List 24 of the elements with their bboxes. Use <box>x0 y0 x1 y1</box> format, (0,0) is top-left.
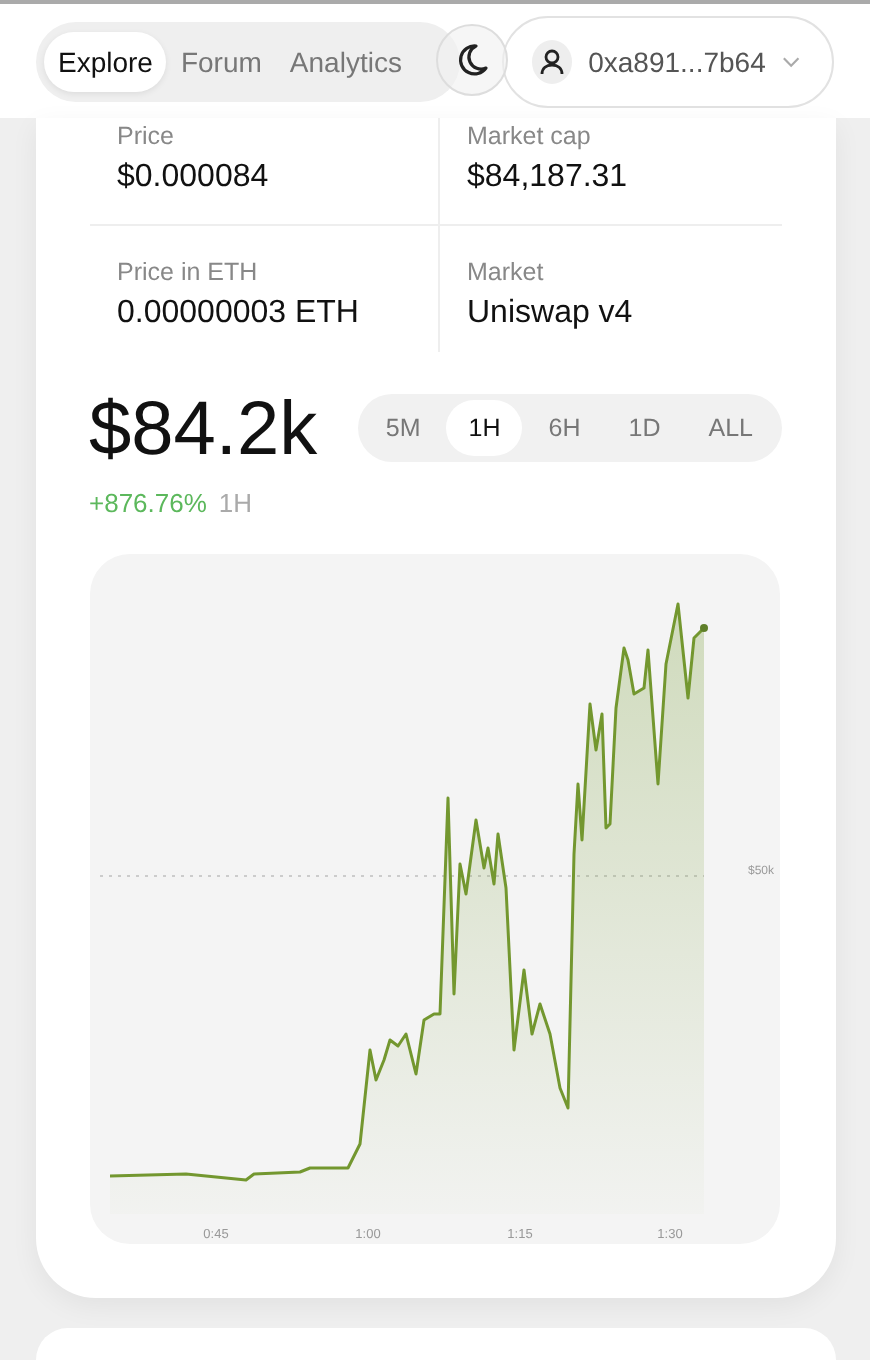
price-change: +876.76% <box>89 488 207 519</box>
nav-tab[interactable]: Forum <box>166 31 276 92</box>
range-tab[interactable]: 6H <box>526 400 603 457</box>
end-point <box>699 624 707 633</box>
stat-label: Market <box>467 258 546 287</box>
stat-label: Price in ETH <box>117 258 260 287</box>
stat-value: $84,187.31 <box>467 160 630 197</box>
range-tab[interactable]: ALL <box>686 400 775 457</box>
stat-value: Uniswap v4 <box>467 296 635 333</box>
chevron-down-icon <box>781 55 800 68</box>
price-value: $84.2k <box>89 392 318 469</box>
range-tab[interactable]: 1D <box>606 400 683 457</box>
wallet-button[interactable]: 0xa891...7b64 <box>502 15 834 108</box>
nav-tab[interactable]: Analytics <box>275 31 416 92</box>
stat-label: Price <box>117 122 176 151</box>
user-icon <box>532 39 573 84</box>
stat-label: Market cap <box>467 122 593 151</box>
theme-toggle-button[interactable] <box>436 23 508 96</box>
range-tab[interactable]: 5M <box>363 400 443 457</box>
stat-value: 0.00000003 ETH <box>117 296 361 333</box>
range-tab[interactable]: 1H <box>446 400 523 457</box>
nav-tab[interactable]: Explore <box>44 31 167 92</box>
change-period: 1H <box>218 488 253 519</box>
stat-value: $0.000084 <box>117 160 271 197</box>
